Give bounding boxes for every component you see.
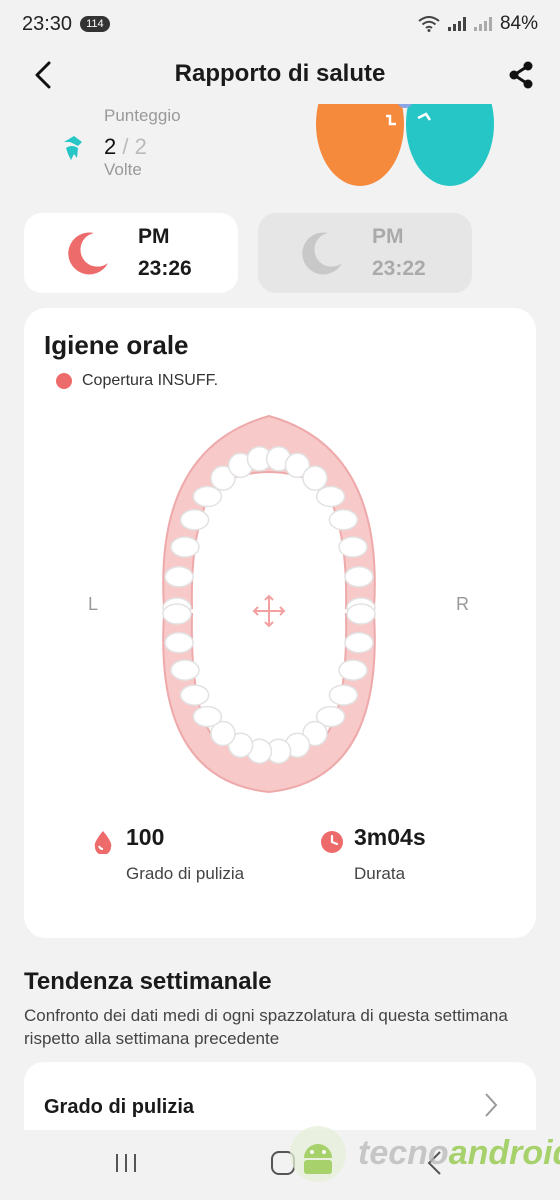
- score-label: Punteggio: [104, 106, 181, 125]
- oral-hygiene-card: Igiene orale Copertura INSUFF. L R 100 G…: [24, 308, 536, 938]
- weekly-trend-title: Tendenza settimanale: [24, 968, 272, 995]
- watermark-part1: tecno: [358, 1134, 449, 1172]
- status-icons: 84%: [418, 13, 538, 35]
- score-value: 2 / 2: [104, 134, 147, 160]
- lower-tooth: [179, 684, 210, 706]
- upper-tooth: [164, 566, 194, 588]
- score-separator: /: [122, 134, 129, 159]
- recent-apps-icon[interactable]: [114, 1152, 138, 1174]
- lower-tooth: [344, 631, 374, 654]
- upper-tooth: [192, 485, 223, 508]
- toothbrush-icon: [64, 136, 82, 160]
- upper-tooth: [344, 566, 374, 588]
- legend-dot: [56, 373, 72, 389]
- app-bar: Rapporto di salute: [0, 48, 560, 100]
- upper-tooth: [328, 509, 359, 531]
- moon-icon: [302, 232, 342, 275]
- duration-value: 3m04s: [354, 824, 426, 850]
- status-bar: 23:30 114 84%: [0, 0, 560, 48]
- chevron-left-icon: [35, 61, 51, 89]
- teeth-diagram[interactable]: [134, 408, 404, 798]
- lower-tooth: [162, 603, 192, 625]
- score-max: 2: [134, 134, 147, 159]
- lower-tooth: [170, 659, 200, 681]
- wifi-icon: [418, 16, 440, 32]
- lower-tooth: [346, 603, 376, 625]
- move-crosshair-icon: [252, 594, 286, 628]
- cleanliness-value: 100: [126, 824, 165, 850]
- session-time: 23:26: [138, 257, 192, 280]
- upper-tooth: [315, 485, 346, 508]
- weekly-trend-description: Confronto dei dati medi di ogni spazzola…: [24, 1006, 508, 1048]
- session-card-1[interactable]: PM 23:26: [24, 213, 238, 293]
- moon-icon: [68, 232, 108, 275]
- cleanliness-trend-label: Grado di pulizia: [44, 1096, 195, 1118]
- session-period: PM: [138, 225, 170, 248]
- hygiene-title: Igiene orale: [44, 330, 189, 360]
- mascot-bubbles: [316, 104, 494, 186]
- watermark: tecnoandroid: [288, 1120, 560, 1196]
- watermark-text: tecnoandroid: [358, 1134, 560, 1173]
- lower-tooth: [328, 684, 359, 706]
- clock-icon: [321, 831, 343, 853]
- share-icon: [509, 61, 533, 89]
- legend-label: Copertura INSUFF.: [82, 372, 219, 389]
- lower-tooth: [338, 659, 368, 681]
- android-logo-icon: [290, 1126, 346, 1182]
- upper-tooth: [302, 465, 328, 491]
- watermark-part2: android: [448, 1134, 560, 1172]
- left-side-label: L: [88, 594, 99, 614]
- score-unit: Volte: [104, 160, 142, 179]
- session-card-2[interactable]: PM 23:22: [258, 213, 472, 293]
- lower-tooth: [164, 631, 194, 654]
- session-time: 23:22: [372, 257, 426, 280]
- signal-2-icon: [473, 17, 492, 31]
- session-period: PM: [372, 225, 404, 248]
- notification-count-badge: 114: [80, 16, 110, 32]
- cleanliness-label: Grado di pulizia: [126, 864, 245, 883]
- right-side-label: R: [456, 594, 469, 614]
- page-title: Rapporto di salute: [174, 60, 386, 87]
- chevron-right-icon: [485, 1093, 498, 1117]
- signal-icon: [447, 17, 466, 31]
- status-time: 23:30: [22, 12, 73, 35]
- drop-icon: [94, 831, 112, 854]
- coverage-legend: Copertura INSUFF.: [56, 372, 218, 390]
- battery-level: 84%: [499, 13, 538, 34]
- score-summary: Punteggio 2 / 2 Volte: [60, 104, 260, 182]
- upper-tooth: [338, 536, 368, 558]
- share-button[interactable]: [504, 58, 538, 92]
- score-current: 2: [104, 134, 117, 159]
- duration-label: Durata: [354, 864, 406, 883]
- back-button[interactable]: [26, 58, 60, 92]
- upper-tooth: [170, 536, 200, 558]
- upper-tooth: [179, 509, 210, 531]
- lower-tooth: [192, 705, 223, 728]
